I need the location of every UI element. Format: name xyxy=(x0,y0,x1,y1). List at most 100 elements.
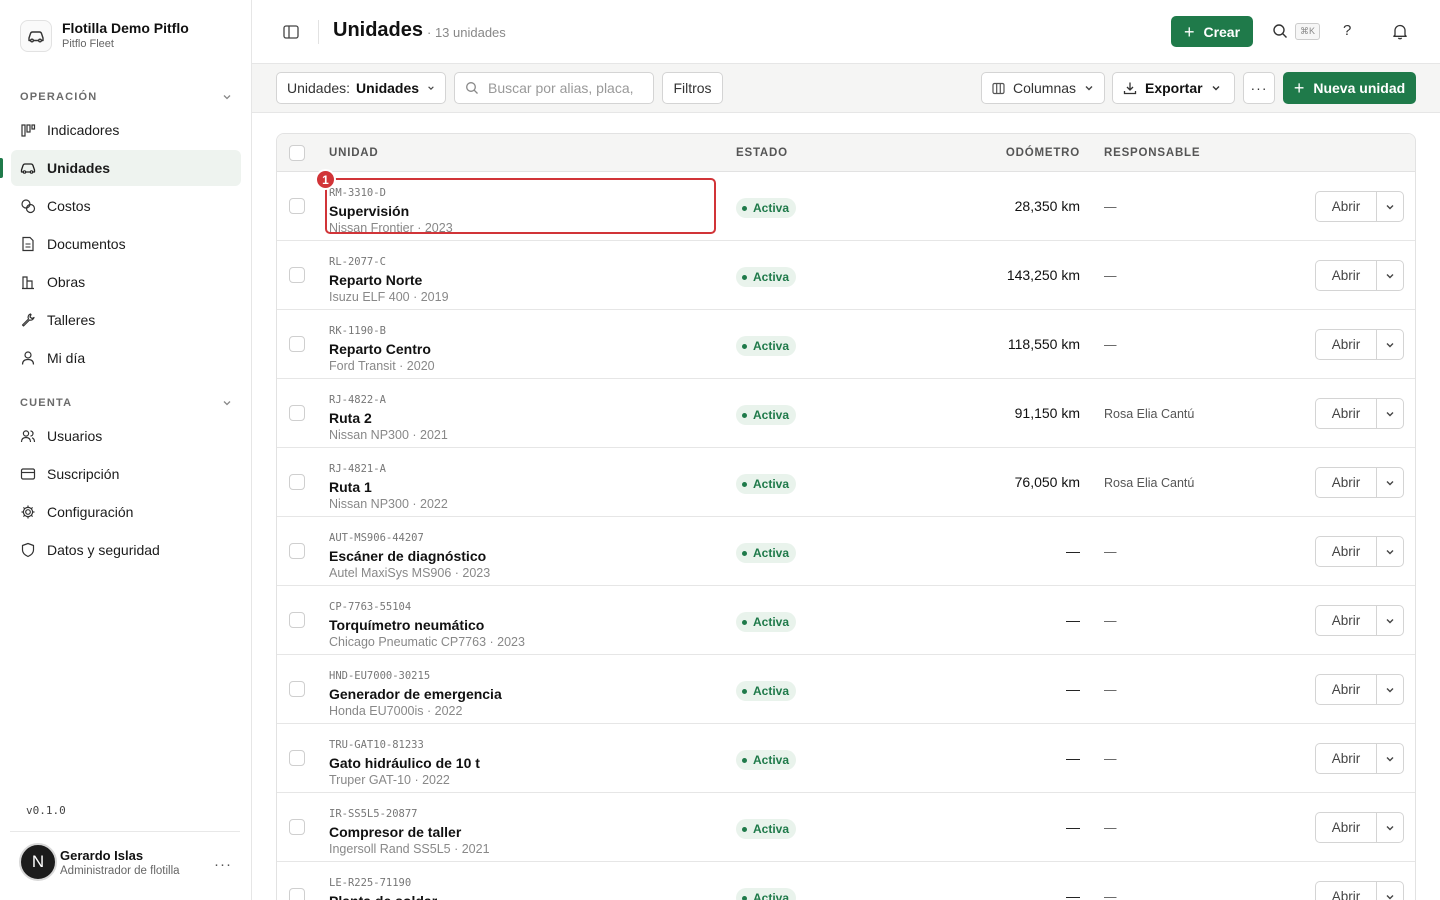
open-menu-button[interactable] xyxy=(1376,398,1404,429)
sidebar-item-mi-dia[interactable]: Mi día xyxy=(11,340,241,376)
table-row[interactable]: CP-7763-55104 Torquímetro neumático Chicag… xyxy=(277,586,1415,655)
create-button[interactable]: + Crear xyxy=(1171,16,1253,47)
sidebar: Flotilla Demo Pitflo Pitflo Fleet OPERAC… xyxy=(0,0,252,900)
table-row[interactable]: RL-2077-C Reparto Norte Isuzu ELF 400 · 20… xyxy=(277,241,1415,310)
section-cuenta[interactable]: CUENTA xyxy=(20,397,232,409)
new-unit-button-label: Nueva unidad xyxy=(1313,80,1406,96)
owner-value: Rosa Elia Cantú xyxy=(1104,476,1195,490)
open-menu-button[interactable] xyxy=(1376,467,1404,498)
open-button[interactable]: Abrir xyxy=(1315,674,1376,705)
odometer-value: 76,050 km xyxy=(1014,474,1080,490)
more-options-button[interactable]: ··· xyxy=(1243,72,1275,104)
col-odometro[interactable]: ODÓMETRO xyxy=(1006,147,1080,159)
bell-icon[interactable] xyxy=(1392,23,1408,45)
table-row[interactable]: RJ-4822-A Ruta 2 Nissan NP300 · 2021 Activa… xyxy=(277,379,1415,448)
open-button[interactable]: Abrir xyxy=(1315,881,1376,900)
sidebar-item-documentos[interactable]: Documentos xyxy=(11,226,241,262)
open-menu-button[interactable] xyxy=(1376,260,1404,291)
filters-button[interactable]: Filtros xyxy=(662,72,723,104)
row-checkbox[interactable] xyxy=(289,681,305,697)
open-button[interactable]: Abrir xyxy=(1315,398,1376,429)
help-icon[interactable]: ? xyxy=(1343,22,1351,39)
columns-button[interactable]: Columnas xyxy=(981,72,1105,104)
row-checkbox[interactable] xyxy=(289,336,305,352)
status-dot-icon xyxy=(742,619,747,625)
table-row[interactable]: RJ-4821-A Ruta 1 Nissan NP300 · 2022 Activa… xyxy=(277,448,1415,517)
row-checkbox[interactable] xyxy=(289,819,305,835)
more-horizontal-icon[interactable]: ··· xyxy=(214,856,232,873)
col-estado[interactable]: ESTADO xyxy=(736,147,788,159)
unit-count: · 13 unidades xyxy=(427,25,506,40)
search-icon[interactable] xyxy=(1272,23,1288,44)
brand[interactable]: Flotilla Demo Pitflo Pitflo Fleet xyxy=(20,19,189,52)
open-button[interactable]: Abrir xyxy=(1315,605,1376,636)
sidebar-toggle-icon[interactable] xyxy=(282,23,300,41)
unit-alias[interactable]: Gato hidráulico de 10 t xyxy=(329,755,480,771)
unit-alias[interactable]: Compresor de taller xyxy=(329,824,461,840)
unit-alias[interactable]: Planta de soldar xyxy=(329,893,437,900)
row-checkbox[interactable] xyxy=(289,888,305,900)
col-responsable[interactable]: RESPONSABLE xyxy=(1104,147,1200,159)
units-table: UNIDAD ESTADO ODÓMETRO RESPONSABLE RM-33… xyxy=(276,133,1416,900)
open-button[interactable]: Abrir xyxy=(1315,260,1376,291)
row-checkbox[interactable] xyxy=(289,612,305,628)
open-button[interactable]: Abrir xyxy=(1315,467,1376,498)
table-row[interactable]: IR-SS5L5-20877 Compresor de taller Ingerso… xyxy=(277,793,1415,862)
new-unit-button[interactable]: + Nueva unidad xyxy=(1283,72,1416,104)
table-row[interactable]: AUT-MS906-44207 Escáner de diagnóstico Aut… xyxy=(277,517,1415,586)
search-input[interactable]: Buscar por alias, placa, xyxy=(454,72,654,104)
unit-alias[interactable]: Generador de emergencia xyxy=(329,686,502,702)
status-label: Activa xyxy=(753,684,790,698)
select-all-checkbox[interactable] xyxy=(289,145,305,161)
row-checkbox[interactable] xyxy=(289,267,305,283)
unit-alias[interactable]: Escáner de diagnóstico xyxy=(329,548,486,564)
status-label: Activa xyxy=(753,408,790,422)
section-operacion[interactable]: OPERACIÓN xyxy=(20,91,232,103)
sidebar-item-obras[interactable]: Obras xyxy=(11,264,241,300)
open-menu-button[interactable] xyxy=(1376,881,1404,900)
open-button[interactable]: Abrir xyxy=(1315,536,1376,567)
table-row[interactable]: RK-1190-B Reparto Centro Ford Transit · 20… xyxy=(277,310,1415,379)
table-row[interactable]: TRU-GAT10-81233 Gato hidráulico de 10 t Tr… xyxy=(277,724,1415,793)
unit-alias[interactable]: Ruta 2 xyxy=(329,410,372,426)
building-icon xyxy=(20,274,36,290)
open-menu-button[interactable] xyxy=(1376,536,1404,567)
top-header: Unidades · 13 unidades + Crear ⌘K ? xyxy=(252,0,1440,64)
open-button[interactable]: Abrir xyxy=(1315,812,1376,843)
open-menu-button[interactable] xyxy=(1376,812,1404,843)
open-button[interactable]: Abrir xyxy=(1315,329,1376,360)
sidebar-item-datos-seguridad[interactable]: Datos y seguridad xyxy=(11,532,241,568)
table-row[interactable]: HND-EU7000-30215 Generador de emergencia H… xyxy=(277,655,1415,724)
open-button[interactable]: Abrir xyxy=(1315,743,1376,774)
open-menu-button[interactable] xyxy=(1376,743,1404,774)
row-checkbox[interactable] xyxy=(289,543,305,559)
view-select[interactable]: Unidades: Unidades xyxy=(276,72,446,104)
unit-alias[interactable]: Ruta 1 xyxy=(329,479,372,495)
odometer-value: 143,250 km xyxy=(1006,267,1080,283)
row-checkbox[interactable] xyxy=(289,474,305,490)
search-placeholder: Buscar por alias, placa, xyxy=(488,80,634,96)
sidebar-item-costos[interactable]: Costos xyxy=(11,188,241,224)
export-button[interactable]: Exportar xyxy=(1112,72,1235,104)
unit-alias[interactable]: Torquímetro neumático xyxy=(329,617,484,633)
row-checkbox[interactable] xyxy=(289,405,305,421)
open-menu-button[interactable] xyxy=(1376,674,1404,705)
plus-icon: + xyxy=(1183,21,1195,42)
sidebar-item-usuarios[interactable]: Usuarios xyxy=(11,418,241,454)
sidebar-item-unidades[interactable]: Unidades xyxy=(0,150,241,186)
open-menu-button[interactable] xyxy=(1376,605,1404,636)
open-button[interactable]: Abrir xyxy=(1315,191,1376,222)
user-menu[interactable]: N Gerardo Islas Administrador de flotill… xyxy=(10,831,240,881)
table-row[interactable]: LE-R225-71190 Planta de soldar Activa — — Abr… xyxy=(277,862,1415,900)
unit-alias[interactable]: Reparto Centro xyxy=(329,341,431,357)
unit-alias[interactable]: Reparto Norte xyxy=(329,272,422,288)
row-checkbox[interactable] xyxy=(289,750,305,766)
sidebar-item-suscripcion[interactable]: Suscripción xyxy=(11,456,241,492)
sidebar-item-configuracion[interactable]: Configuración xyxy=(11,494,241,530)
col-unidad[interactable]: UNIDAD xyxy=(329,147,379,159)
row-checkbox[interactable] xyxy=(289,198,305,214)
sidebar-item-talleres[interactable]: Talleres xyxy=(11,302,241,338)
sidebar-item-indicadores[interactable]: Indicadores xyxy=(11,112,241,148)
open-menu-button[interactable] xyxy=(1376,191,1404,222)
open-menu-button[interactable] xyxy=(1376,329,1404,360)
